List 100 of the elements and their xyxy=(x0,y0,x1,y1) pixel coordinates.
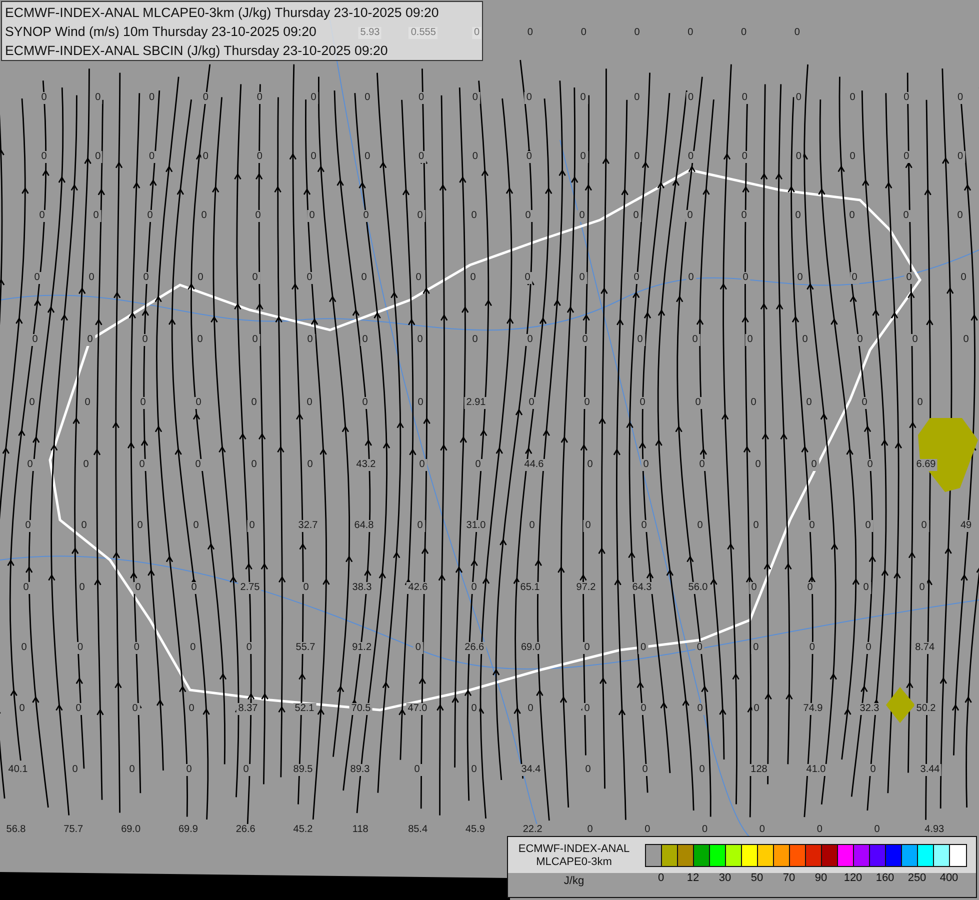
map-value-label: 0 xyxy=(39,92,49,104)
map-value-label: 0 xyxy=(200,151,210,163)
map-value-label: 0 xyxy=(807,520,817,532)
map-value-label: 0 xyxy=(416,151,426,163)
map-value-label: 0 xyxy=(740,272,750,284)
map-value-label: 0 xyxy=(30,334,40,346)
map-value-label: 0 xyxy=(21,582,31,594)
map-value-label: 0 xyxy=(360,334,370,346)
map-value-label: 44.6 xyxy=(522,459,546,471)
map-value-label: 42.6 xyxy=(406,582,430,594)
map-value-label: 0 xyxy=(807,642,817,654)
map-value-label: 0 xyxy=(524,151,534,163)
legend-tick-label: 12 xyxy=(686,872,700,884)
map-value-label: 0 xyxy=(412,764,422,776)
map-value-label: 47.0 xyxy=(406,703,430,715)
map-value-label: 0 xyxy=(473,459,483,471)
map-value-label: 0 xyxy=(469,582,479,594)
map-value-label: 0 xyxy=(745,334,755,346)
map-value-label: 0 xyxy=(863,520,873,532)
map-value-label: 31.0 xyxy=(464,520,488,532)
map-value-label: 0 xyxy=(360,397,370,409)
map-value-label: 0 xyxy=(472,27,482,39)
map-value-label: 0 xyxy=(184,764,194,776)
map-value-label: 0 xyxy=(794,92,804,104)
map-value-label: 3.44 xyxy=(918,764,942,776)
map-value-label: 64.3 xyxy=(630,582,654,594)
map-value-label: 0 xyxy=(805,582,815,594)
map-value-label: 0 xyxy=(416,92,426,104)
legend-tick-label: 400 xyxy=(940,872,958,884)
map-value-label: 0 xyxy=(76,642,86,654)
legend-title: MLCAPE0-3km xyxy=(536,856,612,869)
map-value-label: 0 xyxy=(752,703,762,715)
map-value-label: 0 xyxy=(32,272,42,284)
map-value-label: 8.37 xyxy=(236,703,260,715)
map-value-label: 0 xyxy=(39,151,49,163)
map-value-label: 32.7 xyxy=(296,520,320,532)
map-value-label: 0 xyxy=(85,334,95,346)
map-value-label: 0 xyxy=(141,272,151,284)
map-value-label: 5.93 xyxy=(358,27,382,39)
map-value-label: 97.2 xyxy=(574,582,598,594)
legend-tick-label: 0 xyxy=(658,872,664,884)
map-value-label: 0 xyxy=(25,459,35,471)
map-value-label: 49 xyxy=(958,520,974,532)
map-value-label: 70.5 xyxy=(349,703,373,715)
map-value-label: 0 xyxy=(194,397,204,409)
map-value-label: 0 xyxy=(308,92,318,104)
map-value-label: 65.1 xyxy=(518,582,542,594)
map-value-label: 0 xyxy=(686,92,696,104)
map-value-label: 0 xyxy=(919,520,929,532)
map-value-label: 0 xyxy=(37,210,47,222)
map-value-label: 0 xyxy=(631,210,641,222)
map-value-label: 0 xyxy=(133,582,143,594)
map-value-label: 0 xyxy=(578,151,588,163)
map-value-label: 8.74 xyxy=(913,642,937,654)
map-value-label: 0 xyxy=(74,703,84,715)
map-value-label: 0 xyxy=(130,703,140,715)
map-value-label: 0 xyxy=(685,210,695,222)
cape-area-shape xyxy=(886,687,915,723)
map-value-label: 6.69 xyxy=(914,459,938,471)
map-value-label: 0 xyxy=(138,397,148,409)
map-value-label: 0 xyxy=(253,210,263,222)
map-value-label: 0 xyxy=(307,210,317,222)
map-value-label: 0 xyxy=(577,272,587,284)
map-value-label: 0 xyxy=(524,92,534,104)
map-value-label: 0 xyxy=(632,272,642,284)
map-value-label: 89.5 xyxy=(291,764,315,776)
legend-tick-label: 120 xyxy=(844,872,862,884)
map-value-label: 0 xyxy=(902,151,912,163)
map-value-label: 0 xyxy=(301,582,311,594)
map-value-label: 0 xyxy=(140,334,150,346)
legend-tick-label: 50 xyxy=(750,872,764,884)
map-value-label: 0 xyxy=(583,520,593,532)
layer-title: SYNOP Wind (m/s) 10m Thursday 23-10-2025 09:20 xyxy=(5,23,316,41)
legend-tick-label: 90 xyxy=(814,872,828,884)
map-value-label: 22.2 xyxy=(520,824,544,836)
map-value-label: 0 xyxy=(413,642,423,654)
map-value-label: 0 xyxy=(247,520,257,532)
map-value-label: 0 xyxy=(582,642,592,654)
map-value-label: 0 xyxy=(582,703,592,715)
map-value-label: 0 xyxy=(686,151,696,163)
map-value-label: 0 xyxy=(910,334,920,346)
map-value-label: 0 xyxy=(415,520,425,532)
map-value-label: 0 xyxy=(694,642,704,654)
map-value-label: 0 xyxy=(469,703,479,715)
legend-tick-label: 70 xyxy=(782,872,796,884)
layer-title: ECMWF-INDEX-ANAL SBCIN (J/kg) Thursday 23-10-2025 09:20 xyxy=(5,42,388,60)
map-value-label: 0 xyxy=(91,210,101,222)
map-value-label: 0 xyxy=(200,92,210,104)
map-value-label: 0 xyxy=(189,582,199,594)
map-value-label: 0 xyxy=(635,334,645,346)
map-value-label: 0 xyxy=(145,210,155,222)
map-value-label: 0 xyxy=(749,582,759,594)
map-value-label: 43.2 xyxy=(354,459,378,471)
map-value-label: 0 xyxy=(956,151,966,163)
map-value-label: 0 xyxy=(640,764,650,776)
map-value-label: 0 xyxy=(250,334,260,346)
map-value-label: 0 xyxy=(361,210,371,222)
map-value-label: 0 xyxy=(902,92,912,104)
map-value-label: 0 xyxy=(250,272,260,284)
map-value-label: 0 xyxy=(639,520,649,532)
